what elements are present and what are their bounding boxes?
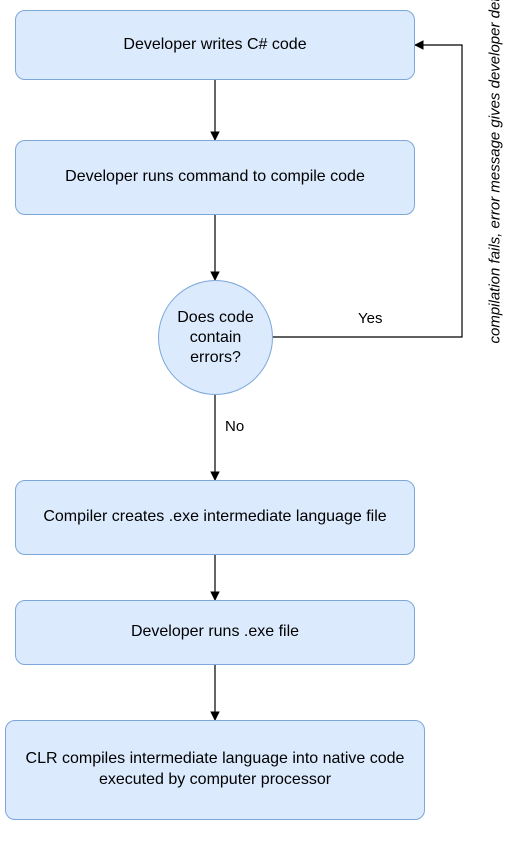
node-create-il-file: Compiler creates .exe intermediate langu… bbox=[15, 480, 415, 555]
flowchart-canvas: Developer writes C# code Developer runs … bbox=[0, 0, 525, 855]
node-run-compile: Developer runs command to compile code bbox=[15, 140, 415, 215]
edge-label-yes: Yes bbox=[358, 310, 382, 327]
node-decision-errors: Does code contain errors? bbox=[158, 280, 273, 395]
node-clr-native: CLR compiles intermediate language into … bbox=[5, 720, 425, 820]
node-run-compile-label: Developer runs command to compile code bbox=[65, 167, 365, 188]
node-write-code: Developer writes C# code bbox=[15, 10, 415, 80]
edge-label-no: No bbox=[225, 418, 244, 435]
node-run-exe: Developer runs .exe file bbox=[15, 600, 415, 665]
node-create-il-file-label: Compiler creates .exe intermediate langu… bbox=[43, 507, 386, 528]
node-decision-errors-label: Does code contain errors? bbox=[169, 308, 262, 368]
edge-label-fail: compilation fails, error message gives d… bbox=[487, 24, 504, 344]
node-clr-native-label: CLR compiles intermediate language into … bbox=[18, 749, 412, 791]
node-run-exe-label: Developer runs .exe file bbox=[131, 622, 299, 643]
node-write-code-label: Developer writes C# code bbox=[123, 35, 306, 56]
